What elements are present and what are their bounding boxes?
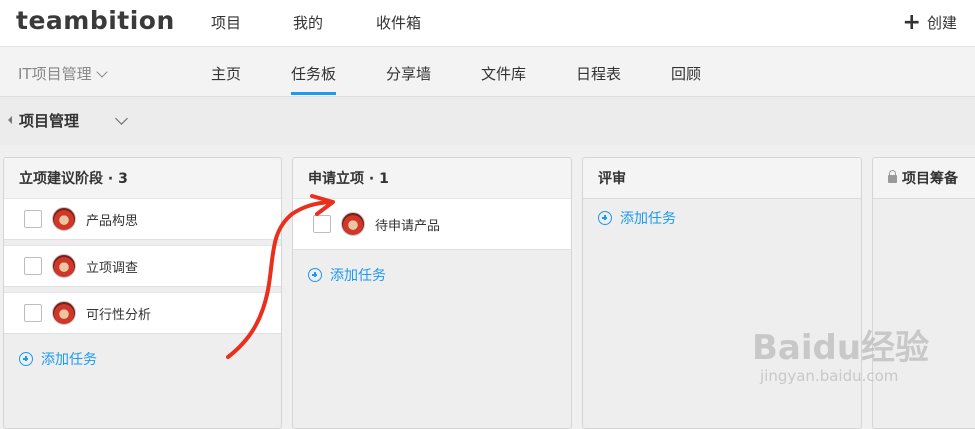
task-title: 产品构思 xyxy=(86,213,139,229)
task-checkbox[interactable] xyxy=(24,257,42,275)
nav-item-mine[interactable]: 我的 xyxy=(293,12,323,33)
stage-title[interactable]: 项目筹备 xyxy=(873,158,975,199)
stage-column: 评审 添加任务 xyxy=(582,157,862,429)
add-task-label: 添加任务 xyxy=(330,268,386,284)
top-bar: teambition 项目 我的 收件箱 + 创建 xyxy=(0,0,975,47)
avatar xyxy=(52,301,76,325)
add-circle-icon xyxy=(19,352,33,366)
tab-calendar[interactable]: 日程表 xyxy=(576,63,621,84)
avatar xyxy=(341,212,365,236)
stage-title[interactable]: 立项建议阶段 · 3 xyxy=(4,158,281,199)
task-card[interactable]: 待申请产品 xyxy=(293,198,571,250)
app-logo[interactable]: teambition xyxy=(16,6,175,35)
task-card[interactable]: 立项调查 xyxy=(4,245,281,287)
create-button[interactable]: + 创建 xyxy=(902,9,957,35)
back-arrow-icon[interactable] xyxy=(8,116,12,124)
tab-review[interactable]: 回顾 xyxy=(671,63,701,84)
stage-title[interactable]: 评审 xyxy=(583,158,861,199)
stage-title-text: 项目筹备 xyxy=(902,171,958,187)
create-label: 创建 xyxy=(926,14,957,32)
watermark-main: Baidu经验 xyxy=(752,328,930,368)
stage-title[interactable]: 申请立项 · 1 xyxy=(293,158,571,199)
nav-item-projects[interactable]: 项目 xyxy=(211,12,241,33)
task-checkbox[interactable] xyxy=(313,215,331,233)
stage-group-title[interactable]: 项目管理 xyxy=(19,110,79,131)
avatar xyxy=(52,254,76,278)
project-name: IT项目管理 xyxy=(18,65,92,83)
lock-icon xyxy=(888,170,897,183)
nav-item-inbox[interactable]: 收件箱 xyxy=(376,12,421,33)
add-task-button[interactable]: 添加任务 xyxy=(308,265,386,285)
plus-icon: + xyxy=(902,9,921,35)
task-checkbox[interactable] xyxy=(24,304,42,322)
task-checkbox[interactable] xyxy=(24,210,42,228)
avatar xyxy=(52,207,76,231)
stage-column: 申请立项 · 1 待申请产品 添加任务 xyxy=(292,157,572,429)
watermark: Baidu经验 jingyan.baidu.com xyxy=(752,320,929,385)
stage-column: 立项建议阶段 · 3 产品构思 立项调查 可行性分析 添加任务 xyxy=(3,157,282,429)
tab-taskboard[interactable]: 任务板 xyxy=(291,63,336,84)
add-task-label: 添加任务 xyxy=(620,211,676,227)
task-card[interactable]: 可行性分析 xyxy=(4,292,281,334)
add-task-button[interactable]: 添加任务 xyxy=(598,208,676,228)
add-task-label: 添加任务 xyxy=(41,352,97,368)
stage-column: 项目筹备 xyxy=(872,157,975,429)
active-tab-indicator xyxy=(291,92,336,95)
task-title: 可行性分析 xyxy=(86,307,152,323)
task-card[interactable]: 产品构思 xyxy=(4,198,281,240)
chevron-down-icon xyxy=(95,65,108,78)
add-circle-icon xyxy=(598,211,612,225)
tab-home[interactable]: 主页 xyxy=(211,63,241,84)
stage-bar xyxy=(0,97,975,145)
watermark-sub: jingyan.baidu.com xyxy=(760,367,899,385)
tab-files[interactable]: 文件库 xyxy=(481,63,526,84)
add-task-button[interactable]: 添加任务 xyxy=(19,349,97,369)
task-title: 立项调查 xyxy=(86,260,139,276)
project-bar: IT项目管理 主页 任务板 分享墙 文件库 日程表 回顾 xyxy=(0,47,975,97)
project-switcher[interactable]: IT项目管理 xyxy=(18,63,108,84)
tab-sharewall[interactable]: 分享墙 xyxy=(386,63,431,84)
add-circle-icon xyxy=(308,268,322,282)
task-title: 待申请产品 xyxy=(375,218,441,234)
